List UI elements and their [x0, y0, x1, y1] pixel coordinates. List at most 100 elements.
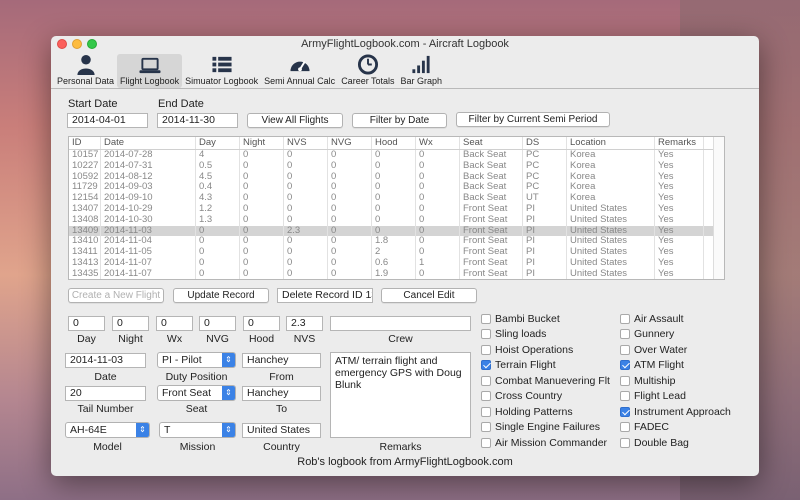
column-header[interactable]: Hood [372, 137, 416, 149]
filter-by-date-button[interactable]: Filter by Date [352, 113, 447, 128]
checkbox-combat-manuevering-flt[interactable]: Combat Manuevering Flt [481, 374, 610, 387]
hood-hours-field[interactable]: 0 [243, 316, 280, 331]
checkbox-box[interactable] [481, 391, 491, 401]
column-header[interactable]: Remarks [655, 137, 704, 149]
column-header[interactable]: Wx [416, 137, 460, 149]
checkbox-box[interactable] [620, 329, 630, 339]
night-hours-field[interactable]: 0 [112, 316, 149, 331]
checkbox-flight-lead[interactable]: Flight Lead [620, 390, 686, 403]
filter-by-semi-period-button[interactable]: Filter by Current Semi Period [456, 112, 610, 127]
checkbox-air-assault[interactable]: Air Assault [620, 312, 684, 325]
from-field[interactable]: Hanchey [242, 353, 321, 368]
checkbox-single-engine-failures[interactable]: Single Engine Failures [481, 421, 600, 434]
tail-number-field[interactable]: 20 [65, 386, 146, 401]
checkbox-over-water[interactable]: Over Water [620, 343, 687, 356]
tab-career-totals[interactable]: Career Totals [338, 54, 397, 88]
checkbox-hoist-operations[interactable]: Hoist Operations [481, 343, 573, 356]
checkbox-box[interactable] [620, 344, 630, 355]
table-row[interactable]: 13408 2014-10-30 1.3 0 0 0 0 0 Front Seat PI Unite… [69, 214, 724, 226]
table-row[interactable]: 11729 2014-09-03 0.4 0 0 0 0 0 Back Seat PC Korea Y… [69, 182, 724, 194]
hood-label: Hood [248, 333, 275, 345]
tab-bar-graph[interactable]: Bar Graph [398, 54, 446, 88]
checkbox-fadec[interactable]: FADEC [620, 421, 669, 434]
checkbox-multiship[interactable]: Multiship [620, 374, 675, 387]
checkbox-box[interactable] [481, 360, 491, 370]
checkbox-holding-patterns[interactable]: Holding Patterns [481, 405, 573, 418]
checkbox-box[interactable] [481, 344, 491, 355]
table-row[interactable]: 10157 2014-07-28 4 0 0 0 0 0 Back Seat PC Korea Yes [69, 150, 724, 161]
table-row[interactable]: 10227 2014-07-31 0.5 0 0 0 0 0 Back Seat PC Korea Y… [69, 160, 724, 172]
delete-record-button[interactable]: Delete Record ID 134 [277, 288, 373, 303]
table-row[interactable]: 13410 2014-11-04 0 0 0 0 1.8 0 Front Seat PI Unite… [69, 236, 724, 248]
checkbox-box[interactable] [481, 329, 491, 339]
create-new-flight-button[interactable]: Create a New Flight [68, 288, 164, 303]
tab-personal-data[interactable]: Personal Data [54, 54, 117, 88]
column-header[interactable]: NVG [328, 137, 372, 149]
table-row[interactable]: 12154 2014-09-10 4.3 0 0 0 0 0 Back Seat UT Korea Y… [69, 193, 724, 204]
remarks-textarea[interactable]: ATM/ terrain flight and emergency GPS wi… [330, 352, 471, 438]
checkbox-bambi-bucket[interactable]: Bambi Bucket [481, 312, 560, 325]
checkbox-box[interactable] [620, 375, 630, 386]
checkbox-atm-flight[interactable]: ATM Flight [620, 359, 684, 372]
tab-flight-logbook[interactable]: Flight Logbook [117, 54, 183, 88]
start-date-field[interactable]: 2014-04-01 [67, 113, 148, 128]
checkbox-box[interactable] [620, 360, 630, 370]
table-row[interactable]: 13407 2014-10-29 1.2 0 0 0 0 0 Front Seat PI Unite… [69, 203, 724, 215]
column-header[interactable]: Date [101, 137, 196, 149]
checkbox-box[interactable] [481, 313, 491, 324]
table-cell: 0 [372, 225, 416, 237]
day-hours-field[interactable]: 0 [68, 316, 105, 331]
table-row[interactable]: 10592 2014-08-12 4.5 0 0 0 0 0 Back Seat PC Korea Y… [69, 171, 724, 183]
duty-position-popup[interactable]: PI - Pilot ⇕ [157, 352, 236, 368]
checkbox-box[interactable] [620, 406, 630, 417]
zoom-window-button[interactable] [87, 39, 97, 49]
mission-popup[interactable]: T ⇕ [159, 422, 236, 438]
checkbox-box[interactable] [481, 422, 491, 432]
model-popup[interactable]: AH-64E ⇕ [65, 422, 150, 438]
checkbox-gunnery[interactable]: Gunnery [620, 328, 674, 341]
table-row[interactable]: 13435 2014-11-07 0 0 0 0 1.9 0 Front Seat PI Unite… [69, 268, 724, 279]
checkbox-instrument-approach[interactable]: Instrument Approach [620, 405, 731, 418]
column-header[interactable]: Seat [460, 137, 523, 149]
column-header[interactable]: Day [196, 137, 240, 149]
checkbox-box[interactable] [620, 391, 630, 401]
column-header[interactable]: Location [567, 137, 655, 149]
seat-popup[interactable]: Front Seat ⇕ [157, 385, 236, 401]
checkbox-cross-country[interactable]: Cross Country [481, 390, 562, 403]
checkbox-label: Terrain Flight [495, 359, 556, 371]
table-scrollbar[interactable] [713, 137, 724, 279]
view-all-flights-button[interactable]: View All Flights [247, 113, 343, 128]
country-field[interactable]: United States [242, 423, 321, 438]
checkbox-box[interactable] [620, 437, 630, 448]
cancel-edit-button[interactable]: Cancel Edit [381, 288, 477, 303]
checkbox-sling-loads[interactable]: Sling loads [481, 328, 546, 341]
column-header[interactable]: ID [69, 137, 101, 149]
table-row[interactable]: 13411 2014-11-05 0 0 0 0 2 0 Front Seat PI United … [69, 247, 724, 258]
checkbox-box[interactable] [481, 375, 491, 386]
minimize-window-button[interactable] [72, 39, 82, 49]
wx-hours-field[interactable]: 0 [156, 316, 193, 331]
checkbox-air-mission-commander[interactable]: Air Mission Commander [481, 436, 607, 449]
column-header[interactable]: Night [240, 137, 284, 149]
checkbox-double-bag[interactable]: Double Bag [620, 436, 689, 449]
checkbox-box[interactable] [620, 313, 630, 324]
column-header[interactable]: NVS [284, 137, 328, 149]
column-header[interactable]: DS [523, 137, 567, 149]
date-field[interactable]: 2014-11-03 [65, 353, 146, 368]
table-row[interactable]: 13413 2014-11-07 0 0 0 0 0.6 1 Front Seat PI Unite… [69, 257, 724, 269]
checkbox-box[interactable] [620, 422, 630, 432]
checkbox-box[interactable] [481, 437, 491, 448]
update-record-button[interactable]: Update Record [173, 288, 269, 303]
table-row[interactable]: 13409 2014-11-03 0 0 2.3 0 0 0 Front Seat PI Unite… [69, 225, 724, 237]
checkbox-terrain-flight[interactable]: Terrain Flight [481, 359, 556, 372]
tab-semi-annual-calc[interactable]: Semi Annual Calc [261, 54, 338, 88]
tab-simulator-logbook[interactable]: Simuator Logbook [182, 54, 261, 88]
nvs-hours-field[interactable]: 2.3 [286, 316, 323, 331]
checkbox-box[interactable] [481, 406, 491, 417]
end-date-field[interactable]: 2014-11-30 [157, 113, 238, 128]
close-window-button[interactable] [57, 39, 67, 49]
table-cell: 2014-09-10 [101, 193, 196, 204]
crew-field[interactable] [330, 316, 471, 331]
to-field[interactable]: Hanchey [242, 386, 321, 401]
nvg-hours-field[interactable]: 0 [199, 316, 236, 331]
